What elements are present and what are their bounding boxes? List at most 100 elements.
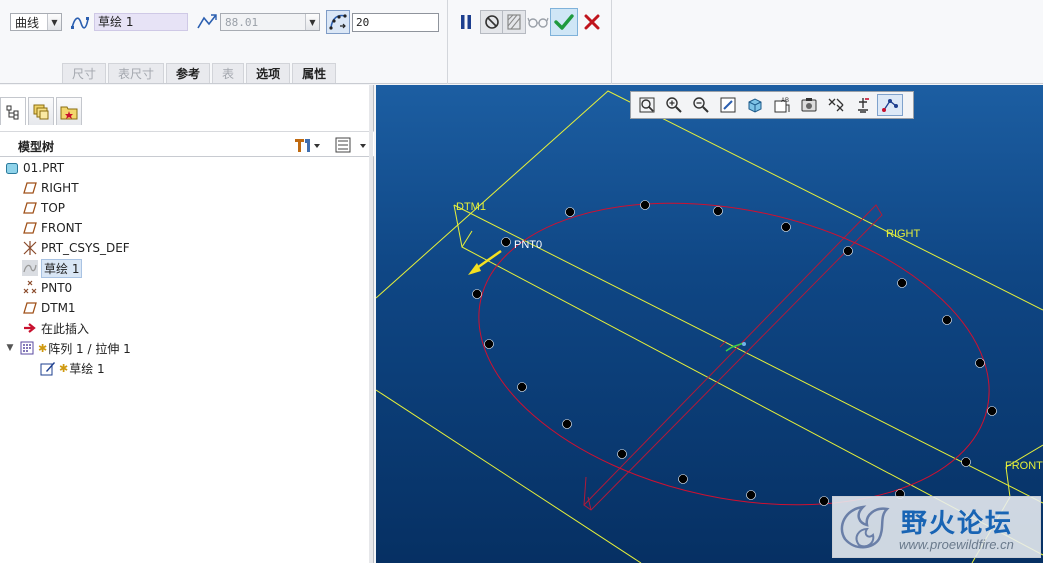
tree-item-right[interactable]: RIGHT xyxy=(0,178,370,198)
tab-references[interactable]: 参考 xyxy=(166,63,211,83)
favorites-tab[interactable] xyxy=(56,97,82,125)
modified-star-icon: ✱ xyxy=(38,341,48,355)
feature-preview-icon[interactable] xyxy=(502,10,526,34)
datum-plane-icon xyxy=(22,220,38,236)
datum-point[interactable] xyxy=(484,339,494,349)
spin-center-icon[interactable] xyxy=(823,94,849,116)
datum-point-icon xyxy=(22,280,38,296)
datum-plane-icon xyxy=(22,200,38,216)
annotation-display-icon[interactable] xyxy=(850,94,876,116)
expand-triangle-icon[interactable]: ▼ xyxy=(4,340,16,356)
no-preview-icon[interactable] xyxy=(480,10,504,34)
tree-item-part[interactable]: 01.PRT xyxy=(0,158,370,178)
datum-point[interactable] xyxy=(678,474,688,484)
zoom-in-icon[interactable] xyxy=(661,94,687,116)
graphics-toolbar: AB xyxy=(630,91,914,119)
tree-item-pattern[interactable]: ▼ ✱ 阵列 1 / 拉伸 1 xyxy=(0,338,370,358)
tree-item-csys[interactable]: PRT_CSYS_DEF xyxy=(0,238,370,258)
datum-plane-right[interactable] xyxy=(583,204,883,511)
dashboard-tabs: 尺寸 表尺寸 参考 表 选项 属性 xyxy=(62,63,338,83)
checkmark-icon[interactable] xyxy=(550,8,578,36)
datum-point[interactable] xyxy=(843,246,853,256)
datum-points xyxy=(472,200,997,506)
tree-item-sketch-child[interactable]: ✱ 草绘 1 xyxy=(0,358,370,378)
refit-icon[interactable] xyxy=(634,94,660,116)
point-count-input[interactable]: 20 xyxy=(352,13,439,32)
sketch-curve-icon xyxy=(70,13,90,33)
tree-item-label: TOP xyxy=(41,201,66,215)
datum-point[interactable] xyxy=(472,289,482,299)
display-style-icon[interactable] xyxy=(742,94,768,116)
tree-item-dtm1[interactable]: DTM1 xyxy=(0,298,370,318)
tab-table-dimensions[interactable]: 表尺寸 xyxy=(108,63,165,83)
datum-point[interactable] xyxy=(565,207,575,217)
pattern-icon xyxy=(19,340,35,356)
model-tree-tab[interactable] xyxy=(0,97,26,125)
sketch-view-icon[interactable] xyxy=(877,94,903,116)
datum-point[interactable] xyxy=(897,278,907,288)
datum-plane-top xyxy=(376,90,1043,563)
navigator-resize-bar[interactable] xyxy=(369,85,373,563)
angle-value: 88.01 xyxy=(225,15,259,29)
datum-point[interactable] xyxy=(517,382,527,392)
angle-direction-icon[interactable] xyxy=(196,12,218,32)
chevron-down-icon: ▼ xyxy=(305,14,319,30)
dashboard-action-area xyxy=(448,0,612,84)
datum-point[interactable] xyxy=(819,496,829,506)
datum-point[interactable] xyxy=(781,222,791,232)
repaint-icon[interactable] xyxy=(715,94,741,116)
model-tree-title: 模型树 xyxy=(18,140,55,154)
angle-value-select[interactable]: 88.01 ▼ xyxy=(220,13,320,31)
label-pnt0: PNT0 xyxy=(514,239,542,251)
tree-item-insert-here[interactable]: 在此插入 xyxy=(0,318,370,338)
glasses-icon[interactable] xyxy=(526,10,550,34)
feature-dashboard: 曲线 ▼ 草绘 1 88.01 ▼ 20 尺寸 表尺寸 参考 表 选项 属性 xyxy=(0,0,1043,84)
sketch-ellipse[interactable] xyxy=(451,159,1018,548)
label-dtm1: DTM1 xyxy=(456,201,486,213)
tree-item-label: 阵列 1 / 拉伸 1 xyxy=(48,341,131,356)
tab-table[interactable]: 表 xyxy=(212,63,245,83)
settings-tools-icon[interactable] xyxy=(292,136,322,154)
datum-display-icon[interactable] xyxy=(796,94,822,116)
tab-properties[interactable]: 属性 xyxy=(292,63,337,83)
tree-item-label: PNT0 xyxy=(41,281,73,295)
model-viewport: DTM1 PNT0 RIGHT FRONT xyxy=(376,90,1043,563)
curve-type-select[interactable]: 曲线 ▼ xyxy=(10,13,62,31)
datum-point[interactable] xyxy=(713,206,723,216)
tree-item-label: 草绘 1 xyxy=(69,361,105,376)
datum-point[interactable] xyxy=(640,200,650,210)
datum-point[interactable] xyxy=(961,457,971,467)
layers-tab[interactable] xyxy=(28,97,54,125)
sketch-icon xyxy=(22,260,38,276)
show-columns-icon[interactable] xyxy=(334,136,370,154)
datum-point[interactable] xyxy=(975,358,985,368)
tree-item-top[interactable]: TOP xyxy=(0,198,370,218)
dashboard-input-area: 曲线 ▼ 草绘 1 88.01 ▼ 20 尺寸 表尺寸 参考 表 选项 属性 xyxy=(0,0,448,84)
tab-dimensions[interactable]: 尺寸 xyxy=(62,63,107,83)
tree-item-front[interactable]: FRONT xyxy=(0,218,370,238)
tree-item-pnt0[interactable]: PNT0 xyxy=(0,278,370,298)
graphics-window[interactable]: DTM1 PNT0 RIGHT FRONT AB 野火论坛 www.proewi… xyxy=(376,85,1043,563)
watermark-url: www.proewildfire.cn xyxy=(899,537,1014,552)
tab-options[interactable]: 选项 xyxy=(246,63,291,83)
datum-point[interactable] xyxy=(501,237,511,247)
pause-icon[interactable] xyxy=(454,10,478,34)
model-tree-header: 模型树 xyxy=(0,131,374,157)
tree-item-sketch-selected[interactable]: 草绘 1 xyxy=(0,258,370,278)
number-of-points-icon[interactable] xyxy=(326,10,350,34)
datum-point[interactable] xyxy=(746,490,756,500)
datum-plane-icon xyxy=(22,300,38,316)
tree-item-label: PRT_CSYS_DEF xyxy=(41,241,130,255)
chevron-down-icon: ▼ xyxy=(47,14,61,30)
datum-point[interactable] xyxy=(987,406,997,416)
datum-point[interactable] xyxy=(562,419,572,429)
saved-views-icon[interactable]: AB xyxy=(769,94,795,116)
datum-plane-icon xyxy=(22,180,38,196)
x-icon[interactable] xyxy=(580,10,604,34)
zoom-out-icon[interactable] xyxy=(688,94,714,116)
start-point-arrow-icon[interactable] xyxy=(468,249,502,275)
datum-point[interactable] xyxy=(617,449,627,459)
datum-point[interactable] xyxy=(942,315,952,325)
sketch-reference-field[interactable]: 草绘 1 xyxy=(94,13,188,31)
part-icon xyxy=(4,160,20,176)
